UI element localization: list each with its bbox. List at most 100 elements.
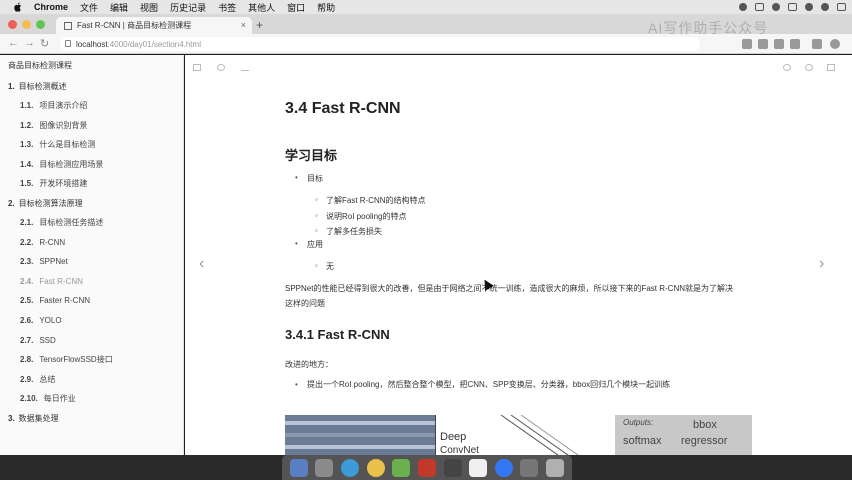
sidebar-item-2-7[interactable]: 2.7. SSD	[0, 331, 183, 351]
sidebar-item-2-3[interactable]: 2.3. SPPNet	[0, 252, 183, 272]
close-window-button[interactable]	[8, 20, 17, 29]
sidebar-item-2-4-active[interactable]: 2.4. Fast R-CNN	[0, 272, 183, 292]
sidebar-item-1-5[interactable]: 1.5. 开发环境搭建	[0, 174, 183, 194]
menu-edit[interactable]: 编辑	[110, 1, 128, 14]
section-number: 2.10.	[20, 394, 38, 404]
menu-help[interactable]: 帮助	[317, 1, 335, 14]
sidebar-item-2-6[interactable]: 2.6. YOLO	[0, 311, 183, 331]
sidebar-item-2-5[interactable]: 2.5. Faster R-CNN	[0, 291, 183, 311]
extension-icon[interactable]	[812, 39, 822, 49]
objectives-heading: 学习目标	[285, 148, 338, 163]
zoom-window-button[interactable]	[36, 20, 45, 29]
address-bar[interactable]: localhost:4000/day01/section4.html	[60, 37, 700, 51]
extension-icon[interactable]	[758, 39, 768, 49]
sidebar-item-2-10[interactable]: 2.10. 每日作业	[0, 389, 183, 409]
launchpad-icon[interactable]	[315, 458, 334, 477]
menu-bookmarks[interactable]: 书签	[218, 1, 236, 14]
section-number: 1.3.	[20, 140, 34, 150]
section-label: 目标检测应用场景	[39, 159, 104, 169]
tab-close-icon[interactable]: ×	[241, 20, 246, 30]
forward-icon[interactable]: →	[24, 37, 35, 49]
macos-dock	[282, 455, 572, 480]
chapter-label: 目标检测算法原理	[18, 198, 83, 208]
share-weibo-icon[interactable]	[805, 64, 813, 71]
sidebar-chapter-2[interactable]: 2. 目标检测算法原理	[0, 194, 183, 213]
battery-icon[interactable]	[755, 3, 764, 11]
share-twitter-icon[interactable]	[783, 64, 791, 71]
info-icon[interactable]	[65, 40, 71, 47]
section-label: 开发环境搭建	[39, 179, 88, 189]
font-settings-icon[interactable]	[241, 64, 249, 71]
display-icon[interactable]	[788, 3, 797, 11]
search-icon[interactable]	[821, 3, 829, 11]
sidebar-item-2-2[interactable]: 2.2. R-CNN	[0, 233, 183, 253]
reload-icon[interactable]: ↻	[40, 37, 49, 50]
section-label: 什么是目标检测	[39, 140, 96, 150]
section-label: Faster R-CNN	[39, 296, 91, 306]
preview-icon[interactable]	[520, 458, 539, 477]
sidebar-item-2-1[interactable]: 2.1. 目标检测任务描述	[0, 213, 183, 233]
apple-icon[interactable]	[12, 2, 24, 12]
next-page-icon[interactable]: ›	[819, 255, 824, 273]
sidebar-title[interactable]: 商品目标检测课程	[0, 55, 183, 77]
sidebar-item-1-4[interactable]: 1.4. 目标检测应用场景	[0, 155, 183, 175]
figure-detail	[285, 421, 435, 425]
section-label: R-CNN	[39, 237, 66, 247]
menu-window[interactable]: 窗口	[287, 1, 305, 14]
chapter-label: 数据集处理	[18, 413, 59, 423]
status-icon[interactable]	[739, 3, 747, 11]
extension-icon[interactable]	[790, 39, 800, 49]
finder-icon[interactable]	[289, 458, 308, 477]
share-icon[interactable]	[827, 64, 835, 71]
sidebar-item-1-1[interactable]: 1.1. 项目演示介绍	[0, 96, 183, 116]
profile-avatar-icon[interactable]	[830, 39, 840, 49]
prev-page-icon[interactable]: ‹	[199, 255, 204, 273]
search-icon[interactable]	[217, 64, 225, 71]
menu-file[interactable]: 文件	[80, 1, 98, 14]
section-label: 项目演示介绍	[39, 101, 88, 110]
app-icon[interactable]	[417, 458, 436, 477]
application-label: 应用	[295, 239, 323, 250]
section-label: Fast R-CNN	[39, 276, 83, 286]
control-center-icon[interactable]	[837, 3, 846, 11]
minimize-window-button[interactable]	[22, 20, 31, 29]
extension-icon[interactable]	[774, 39, 784, 49]
back-icon[interactable]: ←	[8, 37, 19, 49]
section-number: 2.3.	[20, 257, 34, 267]
figure-regressor-label: regressor	[681, 435, 728, 447]
section-number: 2.9.	[20, 374, 34, 384]
menu-people[interactable]: 其他人	[248, 1, 275, 14]
user-icon[interactable]	[805, 3, 813, 11]
bookmark-star-icon[interactable]	[742, 39, 752, 49]
terminal-icon[interactable]	[443, 458, 462, 477]
sidebar-item-1-2[interactable]: 1.2. 图像识别背景	[0, 116, 183, 136]
section-number: 2.7.	[20, 335, 34, 345]
pycharm-icon[interactable]	[392, 458, 411, 477]
calendar-icon[interactable]	[469, 458, 488, 477]
trash-icon[interactable]	[546, 458, 565, 477]
section-number: 2.2.	[20, 237, 34, 247]
safari-icon[interactable]	[341, 458, 360, 477]
menu-view[interactable]: 视图	[140, 1, 158, 14]
section-number: 1.5.	[20, 179, 34, 189]
chrome-icon[interactable]	[366, 458, 385, 477]
wifi-icon[interactable]	[772, 3, 780, 11]
menu-app-name[interactable]: Chrome	[34, 2, 68, 12]
chapter-number: 1.	[8, 82, 15, 91]
section-heading: 3.4.1 Fast R-CNN	[285, 327, 390, 342]
browser-tab[interactable]: Fast R-CNN | 商品目标检测课程 ×	[56, 17, 252, 34]
menu-history[interactable]: 历史记录	[170, 1, 206, 14]
sidebar-item-1-3[interactable]: 1.3. 什么是目标检测	[0, 135, 183, 155]
chapter-number: 2.	[8, 198, 15, 208]
sidebar-toc: 商品目标检测课程 1. 目标检测概述 1.1. 项目演示介绍 1.2. 图像识别背景 …	[0, 55, 184, 455]
app-icon[interactable]	[494, 458, 513, 477]
menu-toggle-icon[interactable]	[193, 64, 201, 71]
bullet-icon: •	[295, 380, 298, 389]
url-host: localhost	[76, 39, 108, 49]
sidebar-chapter-1[interactable]: 1. 目标检测概述	[0, 77, 183, 96]
sidebar-item-2-8[interactable]: 2.8. TensorFlowSSD接口	[0, 350, 183, 370]
sidebar-chapter-3[interactable]: 3. 数据集处理	[0, 409, 183, 428]
sidebar-item-2-9[interactable]: 2.9. 总结	[0, 370, 183, 390]
figure-detail	[285, 445, 435, 449]
new-tab-icon[interactable]: +	[256, 18, 263, 32]
